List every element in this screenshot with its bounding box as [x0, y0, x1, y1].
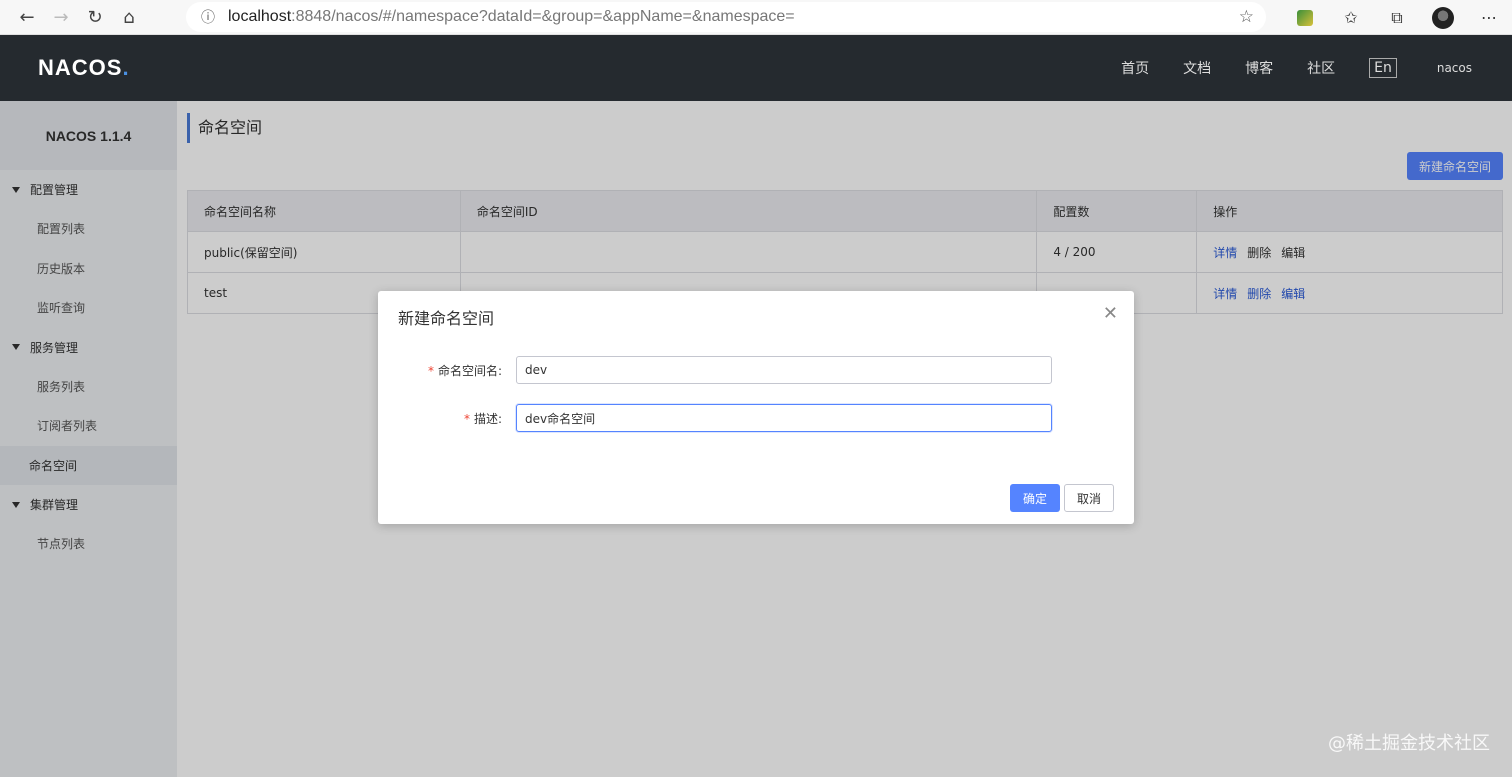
form-row-name: * 命名空间名: dev — [378, 356, 1134, 384]
description-input[interactable]: dev命名空间 — [516, 404, 1052, 432]
close-icon[interactable]: ✕ — [1103, 303, 1118, 324]
cancel-button[interactable]: 取消 — [1064, 484, 1114, 512]
desc-label: * 描述: — [463, 411, 502, 426]
more-icon[interactable]: ⋯ — [1466, 0, 1512, 35]
language-switch[interactable]: En — [1369, 58, 1397, 78]
create-namespace-dialog: 新建命名空间 ✕ * 命名空间名: dev * 描述: dev命名空间 确定 取消 — [378, 291, 1134, 524]
star-icon[interactable]: ☆ — [1239, 7, 1254, 27]
name-label: * 命名空间名: — [427, 363, 502, 378]
confirm-button[interactable]: 确定 — [1010, 484, 1060, 512]
profile-avatar[interactable] — [1420, 0, 1466, 35]
back-icon[interactable]: ← — [10, 2, 44, 32]
browser-toolbar: ← → ↻ ⌂ ⓘ localhost:8848/nacos/#/namespa… — [0, 0, 1512, 35]
nav-docs[interactable]: 文档 — [1183, 58, 1211, 78]
refresh-icon[interactable]: ↻ — [78, 2, 112, 32]
nacos-logo[interactable]: NACOS. — [38, 55, 130, 81]
dialog-title: 新建命名空间 — [398, 309, 495, 328]
info-icon[interactable]: ⓘ — [198, 7, 218, 27]
form-row-desc: * 描述: dev命名空间 — [378, 404, 1134, 432]
collections-icon[interactable]: ⧉ — [1374, 0, 1420, 35]
forward-icon[interactable]: → — [44, 2, 78, 32]
user-menu[interactable]: nacos — [1437, 61, 1472, 75]
app-header: NACOS. 首页 文档 博客 社区 En nacos — [0, 35, 1512, 101]
favorites-icon[interactable]: ✩ — [1328, 0, 1374, 35]
watermark: @稀土掘金技术社区 — [1328, 733, 1490, 754]
namespace-name-input[interactable]: dev — [516, 356, 1052, 384]
nav-blog[interactable]: 博客 — [1245, 58, 1273, 78]
home-icon[interactable]: ⌂ — [112, 2, 146, 32]
nav-community[interactable]: 社区 — [1307, 58, 1335, 78]
url-text[interactable]: localhost:8848/nacos/#/namespace?dataId=… — [228, 8, 795, 26]
extension-icon[interactable] — [1282, 0, 1328, 35]
address-bar[interactable]: ⓘ localhost:8848/nacos/#/namespace?dataI… — [186, 2, 1266, 32]
header-nav: 首页 文档 博客 社区 En nacos — [1121, 35, 1512, 101]
nav-home[interactable]: 首页 — [1121, 58, 1149, 78]
